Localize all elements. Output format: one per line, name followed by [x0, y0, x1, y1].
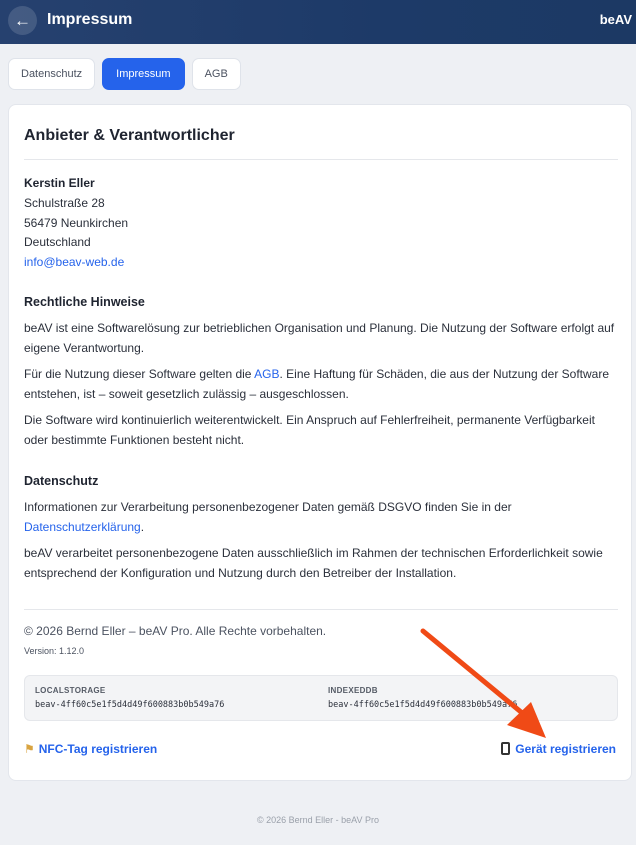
- back-button[interactable]: ←: [8, 6, 37, 35]
- privacy-p1-text: Informationen zur Verarbeitung personenb…: [24, 500, 512, 514]
- provider-email-link[interactable]: info@beav-web.de: [24, 255, 124, 269]
- card-title: Anbieter & Verantwortlicher: [24, 127, 235, 144]
- page-title: Impressum: [47, 11, 133, 28]
- tab-datenschutz[interactable]: Datenschutz: [8, 58, 96, 90]
- arrow-left-icon: ←: [14, 11, 31, 30]
- legal-paragraph-3: Die Software wird kontinuierlich weitere…: [24, 413, 595, 447]
- tab-agb[interactable]: AGB: [191, 58, 241, 90]
- device-register-link[interactable]: Gerät registrieren: [501, 742, 616, 756]
- provider-name: Kerstin Eller: [24, 176, 95, 190]
- privacy-heading: Datenschutz: [24, 474, 99, 488]
- page-footer: © 2026 Bernd Eller - beAV Pro: [256, 815, 380, 825]
- divider: [24, 609, 618, 610]
- indexeddb-value: beav-4ff60c5e1f5d4d49f600883b0b549a76: [328, 700, 518, 710]
- legal-paragraph-1: beAV ist eine Softwarelösung zur betrieb…: [24, 321, 615, 355]
- legal-paragraph-2: Für die Nutzung dieser Software gelten d…: [24, 364, 620, 404]
- impressum-card: Anbieter & Verantwortlicher Kerstin Elle…: [8, 104, 632, 781]
- tab-impressum[interactable]: Impressum: [102, 58, 185, 90]
- divider: [24, 159, 618, 160]
- legal-heading: Rechtliche Hinweise: [24, 295, 145, 309]
- agb-link[interactable]: AGB: [254, 367, 279, 381]
- indexeddb-label: INDEXEDDB: [328, 686, 378, 695]
- localstorage-value: beav-4ff60c5e1f5d4d49f600883b0b549a76: [35, 700, 225, 710]
- brand-logo: beAV: [599, 12, 632, 27]
- nfc-register-link[interactable]: ⚑ NFC-Tag registrieren: [24, 742, 157, 756]
- app-header: ← Impressum beAV: [0, 0, 636, 44]
- privacy-policy-link[interactable]: Datenschutzerklärung: [24, 520, 141, 534]
- device-register-label: Gerät registrieren: [515, 742, 616, 756]
- provider-street: Schulstraße 28: [24, 196, 105, 210]
- phone-icon: [501, 742, 511, 755]
- privacy-paragraph-1: Informationen zur Verarbeitung personenb…: [24, 497, 620, 537]
- tag-icon: ⚑: [24, 742, 35, 756]
- legal-p2-text: Für die Nutzung dieser Software gelten d…: [24, 367, 255, 381]
- tab-bar: Datenschutz Impressum AGB: [8, 58, 241, 90]
- storage-info-box: LOCALSTORAGE beav-4ff60c5e1f5d4d49f60088…: [24, 675, 618, 721]
- nfc-register-label: NFC-Tag registrieren: [38, 742, 158, 756]
- version-text: Version: 1.12.0: [24, 646, 85, 656]
- provider-city: 56479 Neunkirchen: [24, 216, 129, 230]
- privacy-p1-text-rest: .: [140, 520, 145, 534]
- privacy-paragraph-2: beAV verarbeitet personenbezogene Daten …: [24, 546, 603, 580]
- localstorage-label: LOCALSTORAGE: [35, 686, 106, 695]
- provider-country: Deutschland: [24, 235, 91, 249]
- copyright-text: © 2026 Bernd Eller – beAV Pro. Alle Rech…: [24, 624, 327, 638]
